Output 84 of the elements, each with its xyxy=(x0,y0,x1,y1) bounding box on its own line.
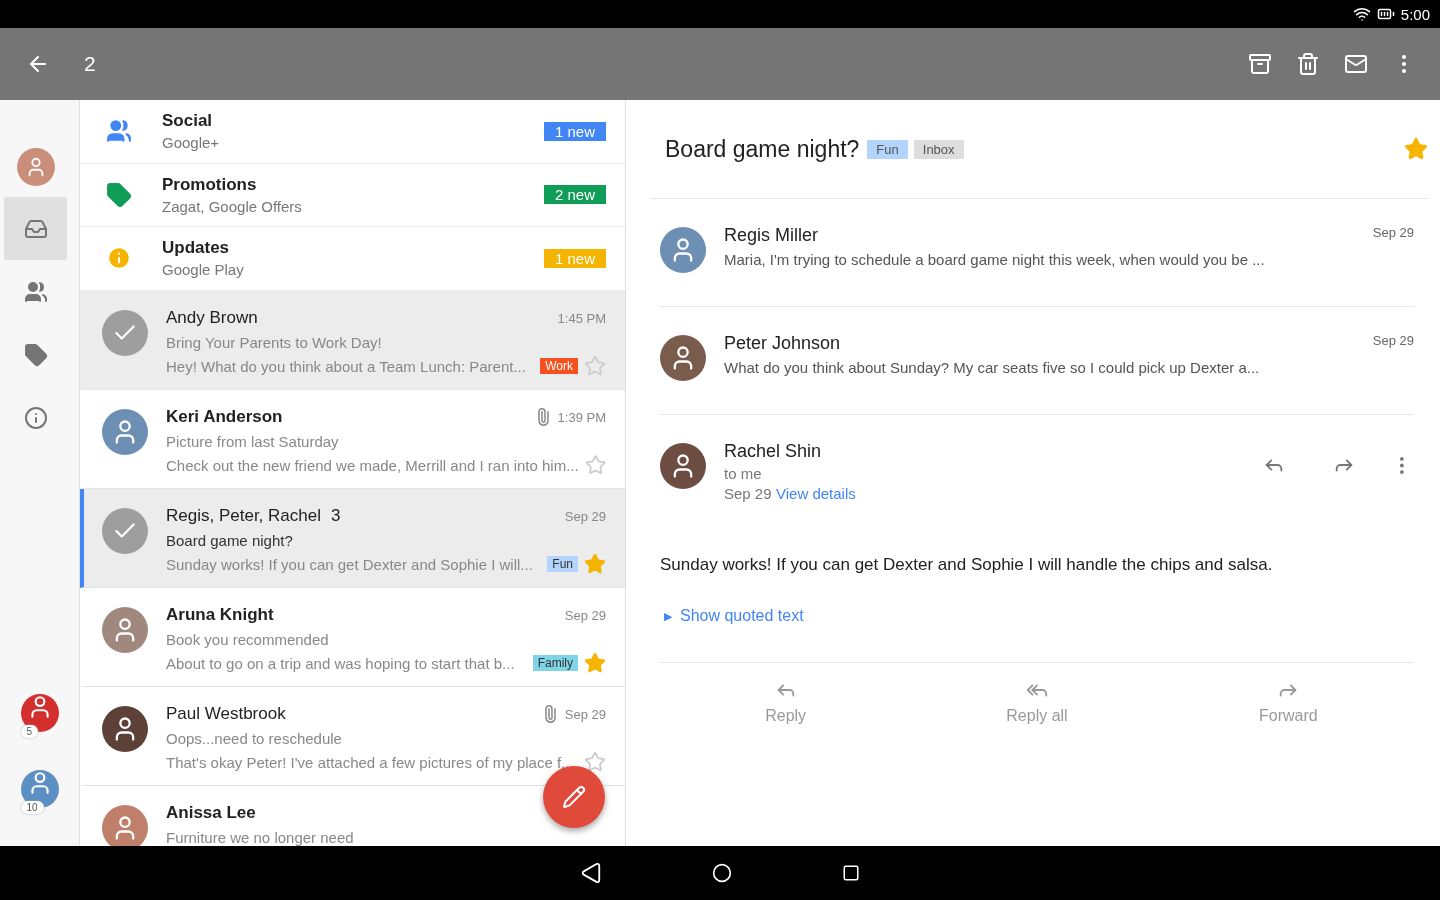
category-row[interactable]: Updates Google Play 1 new xyxy=(80,227,625,291)
category-row[interactable]: Promotions Zagat, Google Offers 2 new xyxy=(80,163,625,227)
category-name: Promotions xyxy=(162,174,258,195)
sender-name: Regis Miller xyxy=(724,225,820,246)
category-sources: Zagat, Google Offers xyxy=(162,197,303,215)
count-badge: 10 xyxy=(20,801,44,814)
selected-count: 2 xyxy=(84,52,97,76)
label-tag: Inbox xyxy=(913,139,964,159)
date-text: Sep 29 xyxy=(564,706,606,722)
sender-name: Paul Westbrook xyxy=(166,704,287,724)
info-icon xyxy=(23,405,48,430)
selected-check-icon[interactable] xyxy=(102,507,148,554)
new-count-badge: 1 new xyxy=(543,121,606,141)
tag-icon xyxy=(23,342,48,367)
star-icon[interactable] xyxy=(584,355,606,377)
category-sources: Google+ xyxy=(162,134,221,152)
date-text: Sep 29 xyxy=(1372,333,1414,350)
new-count-badge: 2 new xyxy=(543,185,606,205)
category-name: Updates xyxy=(162,238,231,259)
avatar[interactable] xyxy=(102,705,148,752)
subject-text: Book you recommended xyxy=(166,630,330,648)
recipient-text: to me xyxy=(724,465,763,482)
date-text: Sep 29 xyxy=(1372,225,1414,242)
snippet-text: What do you think about Sunday? My car seats five so I could pick up Dexter a... xyxy=(724,359,1261,376)
sender-name: Regis, Peter, Rachel 3 xyxy=(166,506,342,526)
more-icon xyxy=(1402,55,1406,73)
conversation-row[interactable]: Andy Brown 1:45 PM Bring Your Parents to Work Day! Hey! What do you think about a Team Lunch: Parent... Work xyxy=(80,290,625,390)
clock: 5:00 xyxy=(1400,5,1430,23)
sender-name: Keri Anderson xyxy=(166,407,284,427)
sender-name: Anissa Lee xyxy=(166,803,257,823)
new-count-badge: 1 new xyxy=(543,248,606,268)
people-icon xyxy=(106,118,132,145)
sender-name: Peter Johnson xyxy=(724,333,842,354)
collapsed-message[interactable]: Regis Miller Maria, I'm trying to schedule a board game night this week, when would you be ... Sep 29 xyxy=(660,199,1414,307)
subject-text: Bring Your Parents to Work Day! xyxy=(166,333,383,351)
people-icon xyxy=(23,279,48,304)
date-text: Sep 29 xyxy=(564,508,606,524)
sender-name: Aruna Knight xyxy=(166,605,275,625)
home-icon[interactable] xyxy=(712,863,732,883)
subject-text: Oops...need to reschedule xyxy=(166,729,343,747)
count-badge: 5 xyxy=(20,725,39,738)
trash-icon xyxy=(1296,52,1320,76)
sender-name: Rachel Shin xyxy=(724,441,823,462)
subject-text: Board game night? xyxy=(166,531,294,549)
star-icon[interactable] xyxy=(584,751,606,773)
category-sources: Google Play xyxy=(162,261,245,279)
rail-item[interactable] xyxy=(4,197,67,260)
snippet-text: About to go on a trip and was hoping to start that b... xyxy=(166,654,516,672)
star-icon[interactable] xyxy=(1404,137,1428,161)
snippet-text: Sunday works! If you can get Dexter and Sophie I will... xyxy=(166,555,534,573)
snippet-text: Hey! What do you think about a Team Lunch: Parent... xyxy=(166,357,527,375)
subject-text: Picture from last Saturday xyxy=(166,432,340,450)
category-row[interactable]: Social Google+ 1 new xyxy=(80,100,625,164)
label-tag: Family xyxy=(532,655,578,671)
wifi-icon xyxy=(1352,5,1371,23)
envelope-icon xyxy=(1344,52,1368,76)
thread-subject: Board game night? xyxy=(665,135,860,163)
subject-text: Furniture we no longer need xyxy=(166,828,355,846)
show-quoted-text-link[interactable]: ▶ Show quoted text xyxy=(664,607,1414,625)
star-icon[interactable] xyxy=(584,553,606,575)
star-icon[interactable] xyxy=(584,652,606,674)
date-text: 1:39 PM xyxy=(557,409,606,425)
tag-icon xyxy=(106,181,132,208)
selected-check-icon[interactable] xyxy=(102,309,148,356)
conversation-row[interactable]: Regis, Peter, Rachel 3 Sep 29 Board game night? Sunday works! If you can get Dexter and Sophie I will... Fun xyxy=(80,488,625,588)
snippet-text: Maria, I'm trying to schedule a board game night this week, when would you be ... xyxy=(724,251,1266,268)
pencil-icon xyxy=(562,785,586,809)
label-tag: Work xyxy=(540,358,578,374)
sender-name: Andy Brown xyxy=(166,308,259,328)
date-text: Sep 29 xyxy=(724,485,772,502)
date-text: 1:45 PM xyxy=(557,310,606,326)
view-details-link[interactable]: View details xyxy=(776,485,856,502)
more-icon xyxy=(1400,456,1404,474)
message-body: Sunday works! If you can get Dexter and Sophie I will handle the chips and salsa. xyxy=(660,555,1274,575)
category-name: Social xyxy=(162,111,214,132)
date-text: Sep 29 xyxy=(564,607,606,623)
label-tag: Fun xyxy=(867,139,908,159)
snippet-text: Check out the new friend we made, Merrill and I ran into him... xyxy=(166,456,579,474)
archive-icon xyxy=(1248,52,1272,76)
label-tag: Fun xyxy=(547,556,578,572)
recents-icon[interactable] xyxy=(842,864,860,882)
star-icon[interactable] xyxy=(584,454,606,476)
collapsed-message[interactable]: Peter Johnson What do you think about Sunday? My car seats five so I could pick up Dexter a... Sep 29 xyxy=(660,307,1414,415)
back-icon[interactable] xyxy=(580,862,602,884)
